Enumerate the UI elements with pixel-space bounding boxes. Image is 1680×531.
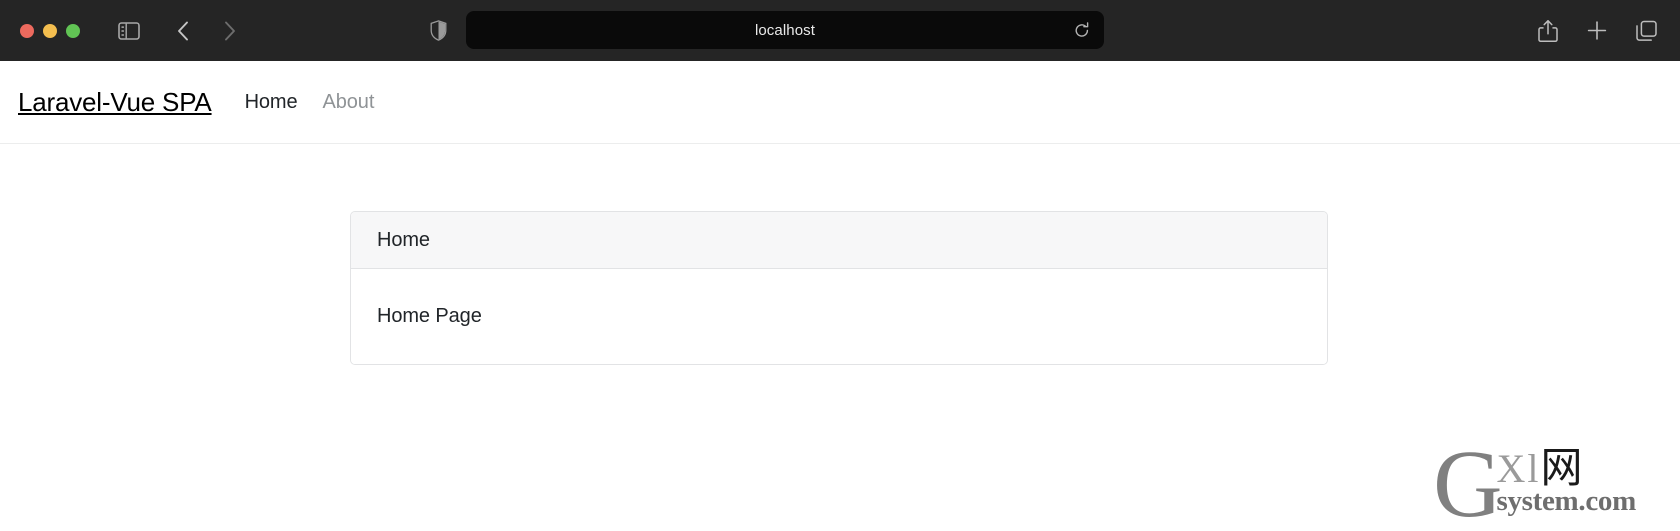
home-card: Home Home Page	[350, 211, 1328, 365]
address-text: localhost	[754, 21, 816, 39]
share-icon	[1538, 19, 1558, 42]
chevron-left-icon	[178, 21, 188, 40]
sidebar-toggle-button[interactable]	[117, 21, 141, 41]
privacy-report-button[interactable]	[427, 19, 449, 43]
watermark-top-row: X l 网	[1496, 447, 1582, 489]
toolbar-right-actions	[1536, 18, 1658, 43]
reload-icon	[1075, 21, 1089, 37]
watermark-slash: l	[1527, 446, 1539, 491]
address-bar[interactable]: localhost	[466, 11, 1104, 49]
reload-button[interactable]	[1072, 20, 1092, 40]
share-button[interactable]	[1536, 18, 1560, 43]
forward-button[interactable]	[220, 19, 240, 43]
watermark-letter-g: G	[1433, 430, 1503, 531]
main-content: Home Home Page G X l 网 system.com	[0, 144, 1680, 531]
navigation-buttons	[173, 19, 240, 43]
back-button[interactable]	[173, 19, 193, 43]
watermark-right: X l 网 system.com	[1496, 447, 1636, 522]
window-controls	[20, 23, 80, 38]
watermark-letter-x: X	[1496, 446, 1526, 491]
navbar-links: Home About	[245, 92, 375, 112]
watermark-domain: system.com	[1496, 485, 1636, 517]
page-content: Laravel-Vue SPA Home About Home Home Pag…	[0, 61, 1680, 531]
tab-overview-icon	[1635, 20, 1657, 41]
new-tab-button[interactable]	[1585, 18, 1609, 43]
sidebar-icon	[118, 21, 140, 40]
card-header-title: Home	[377, 228, 430, 251]
site-navbar: Laravel-Vue SPA Home About	[0, 61, 1680, 144]
navbar-brand[interactable]: Laravel-Vue SPA	[18, 89, 212, 115]
chevron-right-icon	[225, 21, 235, 40]
maximize-window-button[interactable]	[66, 23, 80, 38]
browser-toolbar: localhost	[0, 0, 1680, 61]
nav-link-about[interactable]: About	[323, 92, 375, 112]
new-tab-plus-icon	[1587, 21, 1607, 40]
watermark-cjk-char: 网	[1540, 443, 1583, 492]
minimize-window-button[interactable]	[43, 23, 57, 38]
tab-overview-button[interactable]	[1634, 18, 1658, 43]
close-window-button[interactable]	[20, 23, 34, 38]
card-body-text: Home Page	[377, 305, 482, 327]
shield-privacy-icon	[430, 20, 446, 41]
watermark: G X l 网 system.com	[1433, 430, 1636, 531]
nav-link-home[interactable]: Home	[245, 92, 298, 112]
card-header: Home	[351, 212, 1327, 269]
card-body: Home Page	[351, 269, 1327, 364]
